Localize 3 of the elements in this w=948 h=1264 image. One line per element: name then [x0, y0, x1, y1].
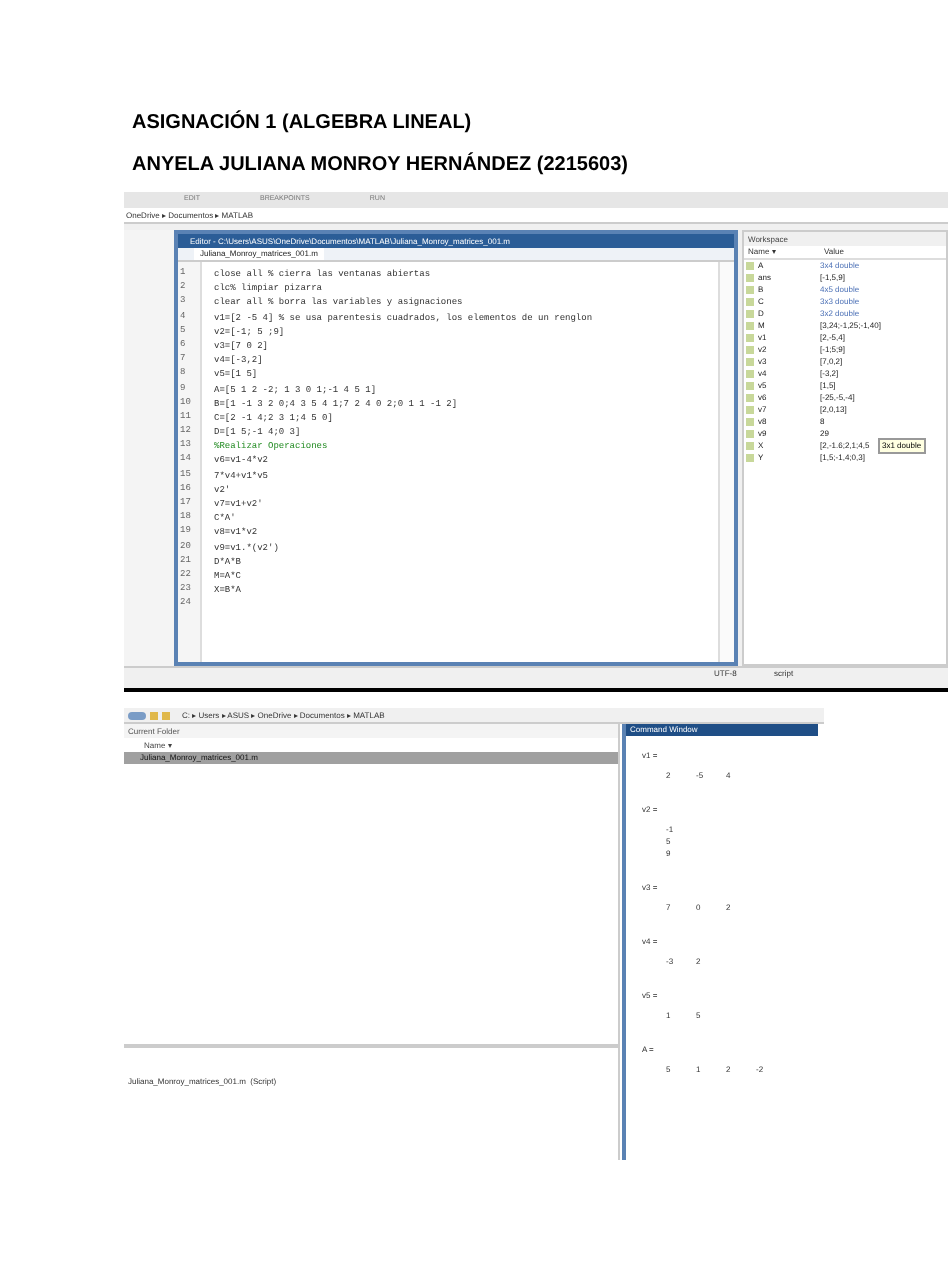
- document-title: ASIGNACIÓN 1 (ALGEBRA LINEAL): [132, 108, 472, 138]
- author-line: ANYELA JULIANA MONROY HERNÁNDEZ (2215603): [132, 150, 629, 180]
- navigation-icon[interactable]: [128, 711, 146, 719]
